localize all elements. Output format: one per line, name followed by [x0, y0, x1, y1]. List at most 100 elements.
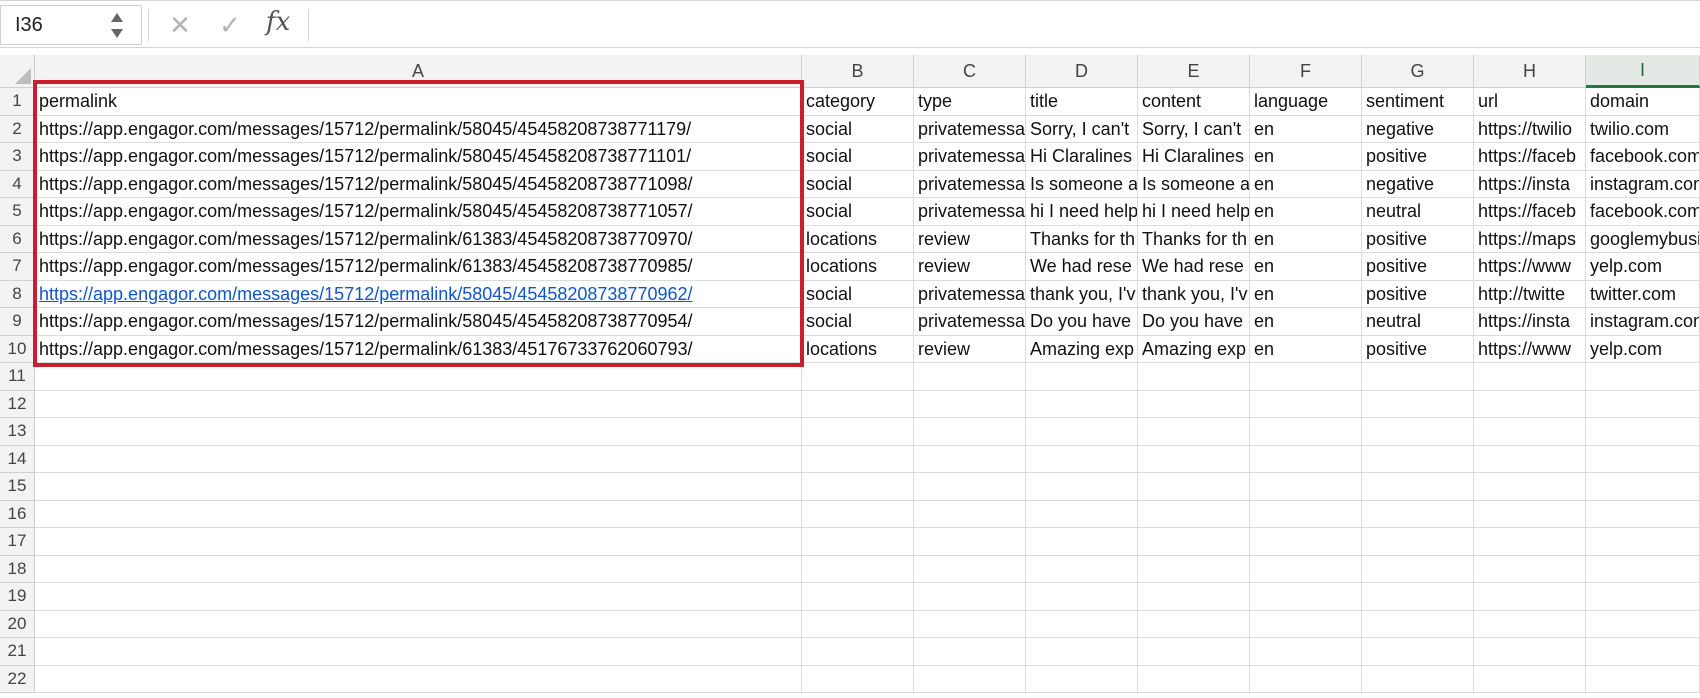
formula-input[interactable]	[312, 7, 1692, 43]
cell-i6[interactable]: googlemybusiness	[1586, 225, 1700, 253]
cell-h10[interactable]: https://www	[1474, 335, 1586, 363]
row-header-20[interactable]: 20	[0, 610, 35, 638]
chevron-down-icon[interactable]	[111, 29, 123, 38]
cell-d15[interactable]	[1026, 473, 1138, 501]
cell-f20[interactable]	[1250, 610, 1362, 638]
cell-i13[interactable]	[1586, 418, 1700, 446]
cell-g10[interactable]: positive	[1362, 335, 1474, 363]
column-header-i[interactable]: I	[1586, 55, 1700, 88]
cell-b13[interactable]	[802, 418, 914, 446]
cell-g6[interactable]: positive	[1362, 225, 1474, 253]
cell-c21[interactable]	[914, 638, 1026, 666]
cell-f21[interactable]	[1250, 638, 1362, 666]
cell-b10[interactable]: locations	[802, 335, 914, 363]
cell-b19[interactable]	[802, 583, 914, 611]
cell-f7[interactable]: en	[1250, 253, 1362, 281]
cell-c14[interactable]	[914, 445, 1026, 473]
cell-i1[interactable]: domain	[1586, 88, 1700, 116]
cell-f18[interactable]	[1250, 555, 1362, 583]
cell-h14[interactable]	[1474, 445, 1586, 473]
cell-e18[interactable]	[1138, 555, 1250, 583]
row-header-12[interactable]: 12	[0, 390, 35, 418]
cell-a10[interactable]: https://app.engagor.com/messages/15712/p…	[35, 335, 802, 363]
cell-d22[interactable]	[1026, 665, 1138, 693]
cell-c5[interactable]: privatemessage	[914, 198, 1026, 226]
cell-h11[interactable]	[1474, 363, 1586, 391]
cell-d3[interactable]: Hi Claralines	[1026, 143, 1138, 171]
cell-a17[interactable]	[35, 528, 802, 556]
cell-a5[interactable]: https://app.engagor.com/messages/15712/p…	[35, 198, 802, 226]
cell-g17[interactable]	[1362, 528, 1474, 556]
cell-e21[interactable]	[1138, 638, 1250, 666]
row-header-19[interactable]: 19	[0, 583, 35, 611]
cell-e15[interactable]	[1138, 473, 1250, 501]
cell-e19[interactable]	[1138, 583, 1250, 611]
cell-h9[interactable]: https://insta	[1474, 308, 1586, 336]
cell-b2[interactable]: social	[802, 115, 914, 143]
column-header-f[interactable]: F	[1250, 55, 1362, 88]
cell-g2[interactable]: negative	[1362, 115, 1474, 143]
cell-b17[interactable]	[802, 528, 914, 556]
cell-i4[interactable]: instagram.com	[1586, 170, 1700, 198]
cell-a3[interactable]: https://app.engagor.com/messages/15712/p…	[35, 143, 802, 171]
cell-b9[interactable]: social	[802, 308, 914, 336]
cell-a7[interactable]: https://app.engagor.com/messages/15712/p…	[35, 253, 802, 281]
cell-i11[interactable]	[1586, 363, 1700, 391]
cell-i15[interactable]	[1586, 473, 1700, 501]
cell-a6[interactable]: https://app.engagor.com/messages/15712/p…	[35, 225, 802, 253]
cell-d7[interactable]: We had rese	[1026, 253, 1138, 281]
cell-e5[interactable]: hi I need help	[1138, 198, 1250, 226]
cell-a16[interactable]	[35, 500, 802, 528]
cell-c8[interactable]: privatemessage	[914, 280, 1026, 308]
cell-f13[interactable]	[1250, 418, 1362, 446]
cell-d13[interactable]	[1026, 418, 1138, 446]
cell-d20[interactable]	[1026, 610, 1138, 638]
cell-b20[interactable]	[802, 610, 914, 638]
cell-b21[interactable]	[802, 638, 914, 666]
cell-c16[interactable]	[914, 500, 1026, 528]
cell-e6[interactable]: Thanks for th	[1138, 225, 1250, 253]
row-header-10[interactable]: 10	[0, 335, 35, 363]
cell-h17[interactable]	[1474, 528, 1586, 556]
cell-e7[interactable]: We had rese	[1138, 253, 1250, 281]
cell-d19[interactable]	[1026, 583, 1138, 611]
cell-h4[interactable]: https://insta	[1474, 170, 1586, 198]
cell-d16[interactable]	[1026, 500, 1138, 528]
cell-b22[interactable]	[802, 665, 914, 693]
cell-d17[interactable]	[1026, 528, 1138, 556]
cell-i19[interactable]	[1586, 583, 1700, 611]
column-header-d[interactable]: D	[1026, 55, 1138, 88]
cell-i7[interactable]: yelp.com	[1586, 253, 1700, 281]
cell-d4[interactable]: Is someone a	[1026, 170, 1138, 198]
cell-b5[interactable]: social	[802, 198, 914, 226]
cell-e12[interactable]	[1138, 390, 1250, 418]
cell-c12[interactable]	[914, 390, 1026, 418]
cell-d12[interactable]	[1026, 390, 1138, 418]
cell-a12[interactable]	[35, 390, 802, 418]
row-header-7[interactable]: 7	[0, 253, 35, 281]
cell-d18[interactable]	[1026, 555, 1138, 583]
row-header-5[interactable]: 5	[0, 198, 35, 226]
cell-b4[interactable]: social	[802, 170, 914, 198]
column-header-e[interactable]: E	[1138, 55, 1250, 88]
cell-a9[interactable]: https://app.engagor.com/messages/15712/p…	[35, 308, 802, 336]
cell-e1[interactable]: content	[1138, 88, 1250, 116]
cell-h6[interactable]: https://maps	[1474, 225, 1586, 253]
cell-f22[interactable]	[1250, 665, 1362, 693]
cell-f19[interactable]	[1250, 583, 1362, 611]
cell-i12[interactable]	[1586, 390, 1700, 418]
row-header-6[interactable]: 6	[0, 225, 35, 253]
cell-c6[interactable]: review	[914, 225, 1026, 253]
cell-i17[interactable]	[1586, 528, 1700, 556]
cell-d9[interactable]: Do you have	[1026, 308, 1138, 336]
row-header-13[interactable]: 13	[0, 418, 35, 446]
cell-g8[interactable]: positive	[1362, 280, 1474, 308]
cell-i16[interactable]	[1586, 500, 1700, 528]
cell-g3[interactable]: positive	[1362, 143, 1474, 171]
cell-i20[interactable]	[1586, 610, 1700, 638]
cell-b11[interactable]	[802, 363, 914, 391]
cell-c4[interactable]: privatemessage	[914, 170, 1026, 198]
cell-f5[interactable]: en	[1250, 198, 1362, 226]
cell-a13[interactable]	[35, 418, 802, 446]
cell-f15[interactable]	[1250, 473, 1362, 501]
